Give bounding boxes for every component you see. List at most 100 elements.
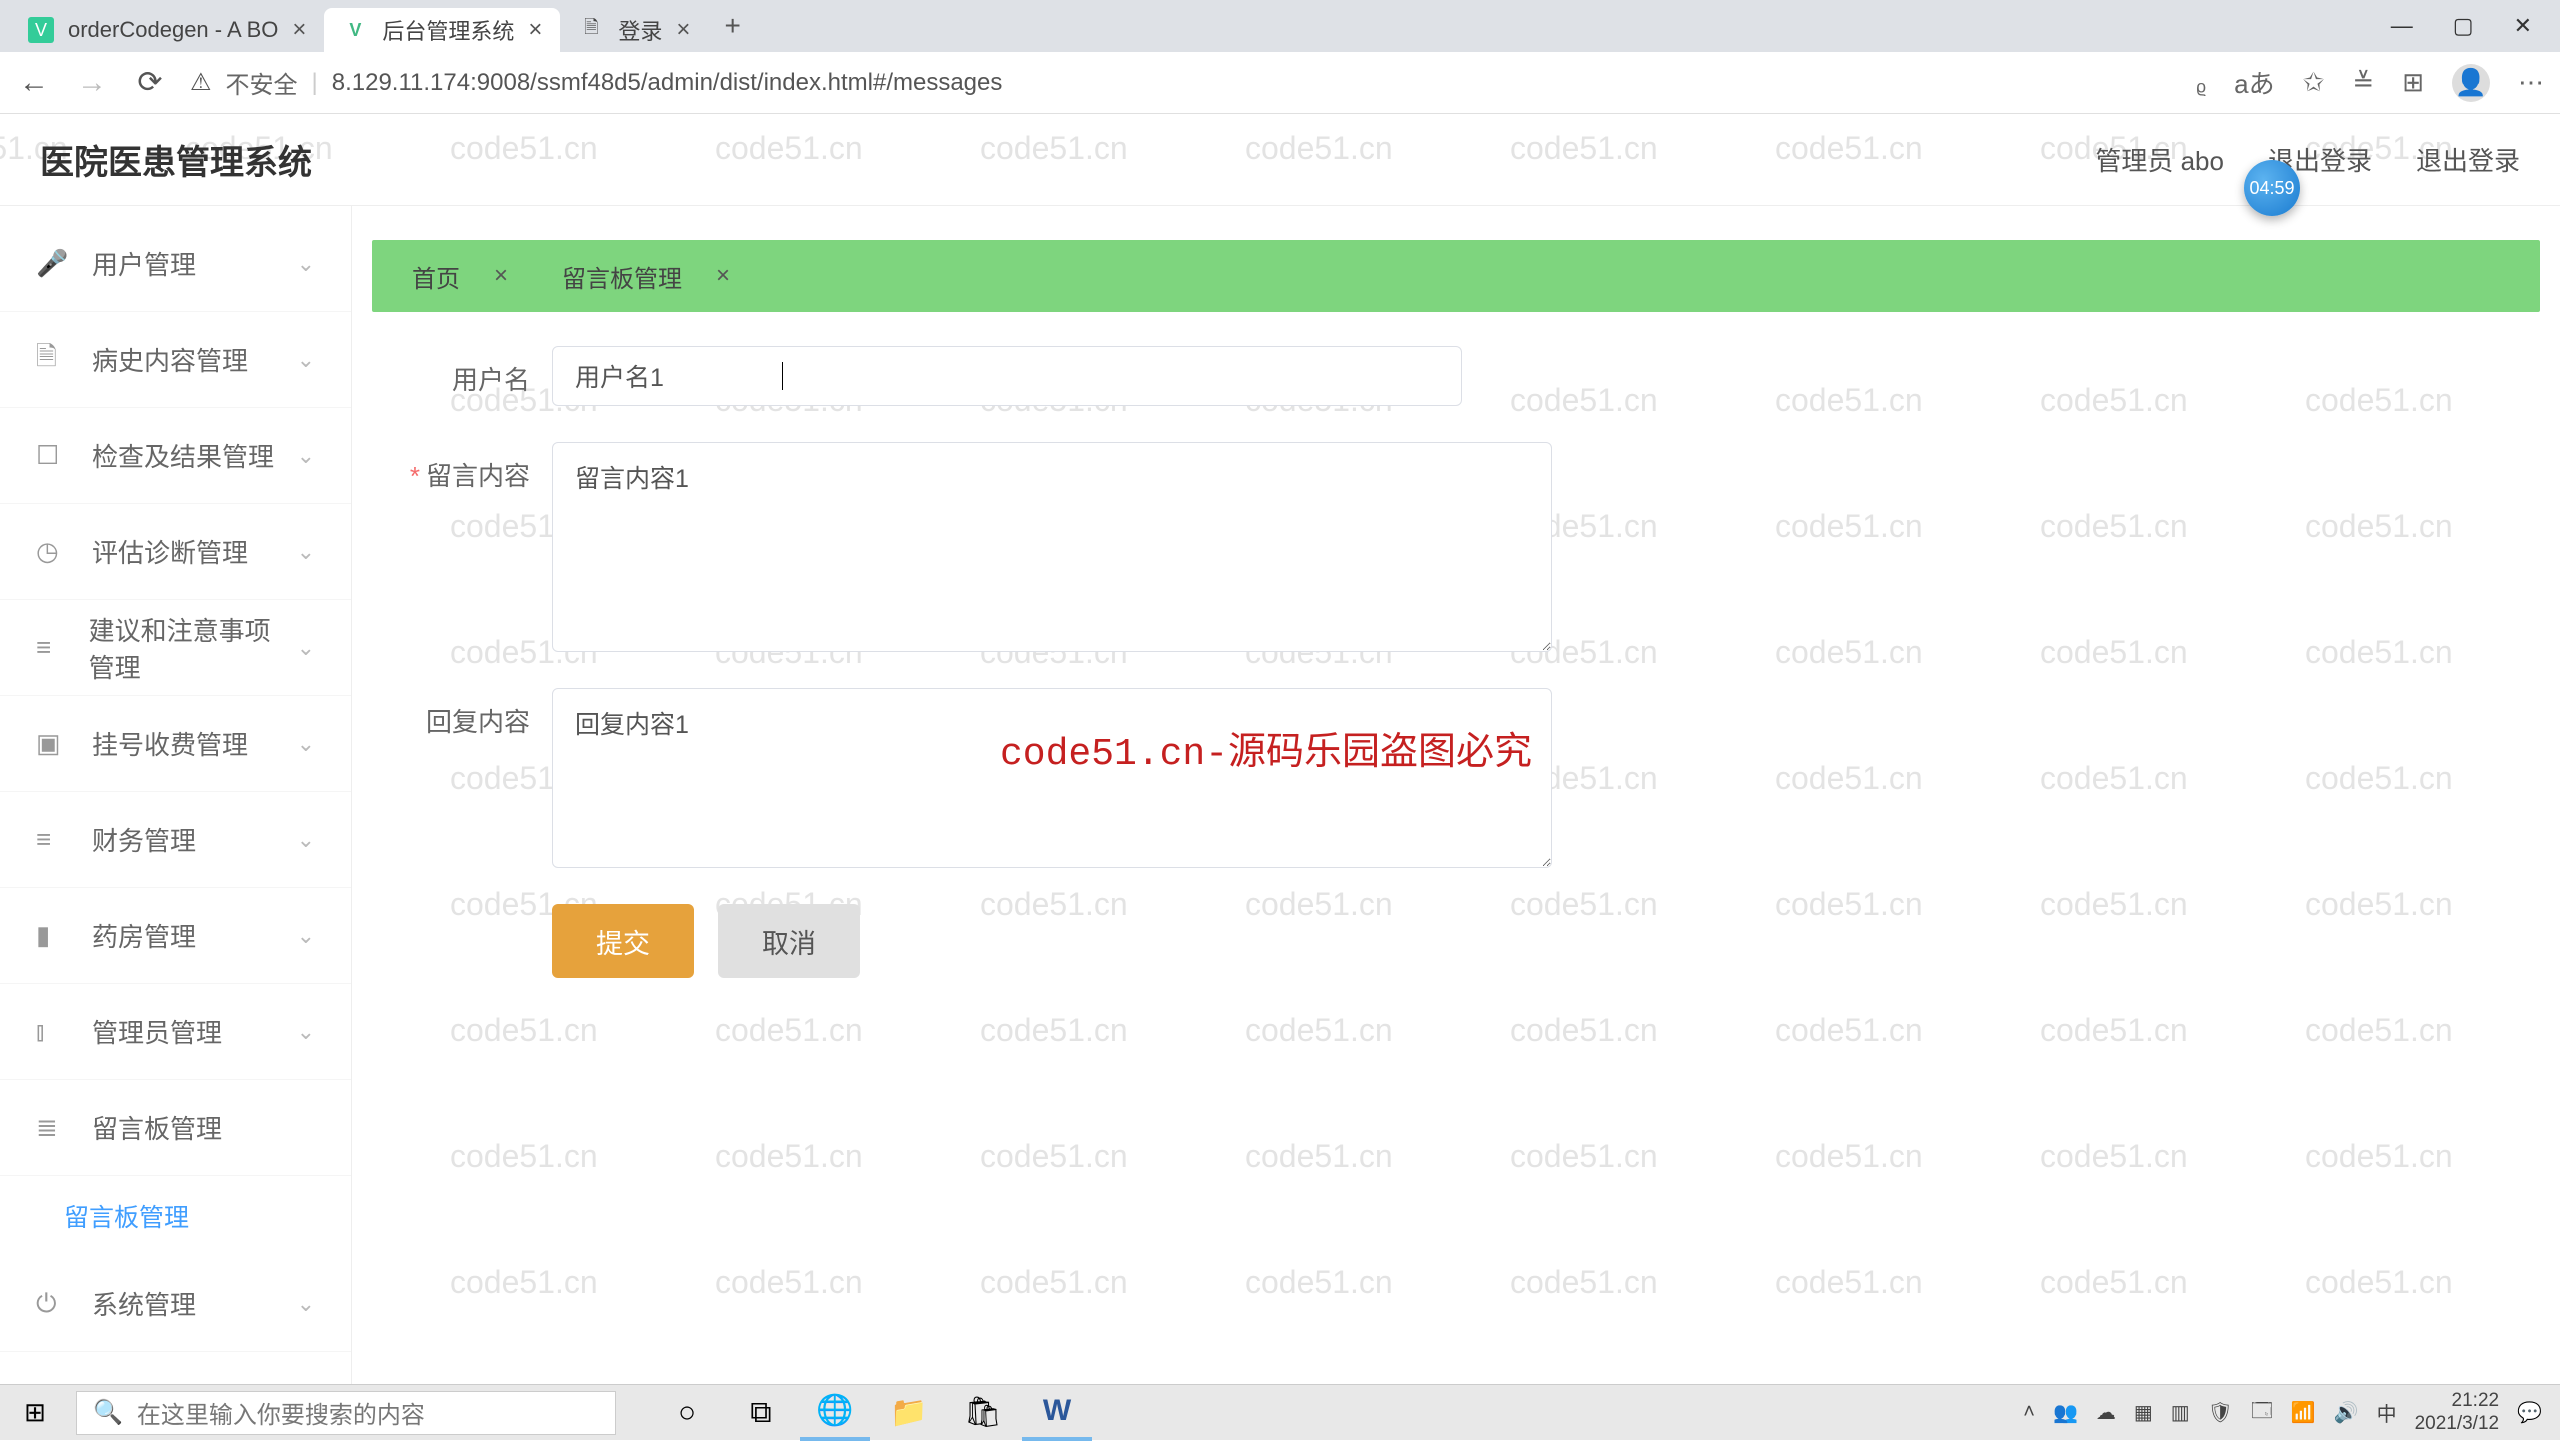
tab-favicon-icon: 🗎: [578, 17, 604, 43]
text-cursor: [782, 362, 783, 390]
close-icon[interactable]: ×: [676, 16, 690, 44]
timer-badge: 04:59: [2244, 160, 2300, 216]
breadcrumb-banner: 首页 × 留言板管理 ×: [372, 240, 2540, 312]
close-icon[interactable]: ×: [528, 16, 542, 44]
back-button[interactable]: ←: [16, 65, 52, 101]
edge-icon[interactable]: 🌐: [800, 1385, 870, 1441]
power-icon: ⏻: [36, 1288, 66, 1320]
tray-chevron-icon[interactable]: ˄: [2023, 1401, 2035, 1424]
task-view-icon[interactable]: ⧉: [726, 1385, 796, 1441]
close-icon[interactable]: ×: [716, 262, 730, 290]
menu-icon[interactable]: ⋯: [2518, 67, 2544, 98]
chevron-down-icon: ⌄: [297, 1291, 315, 1317]
submit-button[interactable]: 提交: [552, 904, 694, 978]
app-title: 医院医患管理系统: [40, 135, 312, 184]
tray-wifi-icon[interactable]: 📶: [2291, 1400, 2316, 1425]
tray-security-icon[interactable]: 🛡: [2208, 1400, 2233, 1425]
taskbar-search[interactable]: 🔍 在这里输入你要搜索的内容: [76, 1391, 616, 1435]
search-icon: 🔍: [93, 1398, 123, 1427]
reply-textarea[interactable]: [552, 688, 1552, 868]
cancel-button[interactable]: 取消: [718, 904, 860, 978]
sidebar-item-label: 财务管理: [92, 821, 196, 858]
address-bar: ← → ⟳ ⚠ 不安全 | 8.129.11.174:9008/ssmf48d5…: [0, 52, 2560, 114]
maximize-icon[interactable]: ▢: [2453, 13, 2474, 39]
sidebar-item-user-mgmt[interactable]: 🎤用户管理⌄: [0, 216, 351, 312]
chevron-down-icon: ⌄: [297, 539, 315, 565]
tab-title: orderCodegen - A BO: [68, 17, 278, 43]
favorite-icon[interactable]: ✩: [2303, 67, 2325, 98]
security-label: 不安全: [226, 65, 298, 100]
browser-tab-bar: V orderCodegen - A BO × V 后台管理系统 × 🗎 登录 …: [0, 0, 2560, 52]
tray-app-icon[interactable]: ▥: [2171, 1400, 2190, 1425]
chevron-down-icon: ⌄: [297, 731, 315, 757]
sidebar-item-finance-mgmt[interactable]: ≡财务管理⌄: [0, 792, 351, 888]
sidebar-item-registration-mgmt[interactable]: ▣挂号收费管理⌄: [0, 696, 351, 792]
url-field[interactable]: ⚠ 不安全 | 8.129.11.174:9008/ssmf48d5/admin…: [190, 65, 2174, 100]
store-icon[interactable]: 🛍: [948, 1385, 1018, 1441]
chevron-down-icon: ⌄: [297, 827, 315, 853]
profile-icon[interactable]: 👤: [2452, 64, 2490, 102]
sidebar-item-exam-mgmt[interactable]: ☐检查及结果管理⌄: [0, 408, 351, 504]
tray-volume-icon[interactable]: 🔊: [2334, 1400, 2359, 1425]
sidebar-item-label: 病史内容管理: [92, 341, 248, 378]
translate-icon[interactable]: aあ: [2234, 64, 2274, 101]
document-icon: 🗎: [36, 338, 66, 382]
sidebar-item-message-mgmt[interactable]: ≣ 留言板管理: [0, 1080, 351, 1176]
clock-icon: ◷: [36, 536, 66, 567]
sidebar-item-label: 挂号收费管理: [92, 725, 248, 762]
minimize-icon[interactable]: —: [2391, 13, 2413, 39]
square-icon: ☐: [36, 440, 66, 471]
sidebar-item-history-mgmt[interactable]: 🗎 病史内容管理 ⌄: [0, 312, 351, 408]
browser-tab[interactable]: V orderCodegen - A BO ×: [10, 8, 324, 52]
extension-icon[interactable]: ᵨ: [2196, 67, 2206, 98]
tray-people-icon[interactable]: 👥: [2053, 1400, 2078, 1425]
sidebar-item-diagnosis-mgmt[interactable]: ◷ 评估诊断管理 ⌄: [0, 504, 351, 600]
logout-link[interactable]: 退出登录: [2416, 141, 2520, 178]
tray-onedrive-icon[interactable]: ☁: [2096, 1400, 2116, 1425]
sidebar-item-label: 留言板管理: [92, 1109, 222, 1146]
sidebar-item-pharmacy-mgmt[interactable]: ▮药房管理⌄: [0, 888, 351, 984]
sidebar-item-label: 管理员管理: [92, 1013, 222, 1050]
close-icon[interactable]: ×: [292, 16, 306, 44]
tab-title: 后台管理系统: [382, 14, 514, 46]
list-icon: ≡: [36, 632, 63, 663]
chevron-down-icon: ⌄: [297, 347, 315, 373]
tray-app-icon[interactable]: ▦: [2134, 1400, 2153, 1425]
lines-icon: ≣: [36, 1112, 66, 1143]
start-button[interactable]: ⊞: [0, 1385, 70, 1441]
sidebar-item-label: 评估诊断管理: [92, 533, 248, 570]
collections-icon[interactable]: ⊞: [2402, 67, 2424, 98]
tab-favicon-icon: V: [28, 17, 54, 43]
notification-icon[interactable]: 💬: [2517, 1400, 2542, 1425]
tab-title: 登录: [618, 14, 662, 46]
cortana-icon[interactable]: ○: [652, 1385, 722, 1441]
favorites-bar-icon[interactable]: ≚: [2352, 67, 2374, 98]
tray-ime-icon[interactable]: 中: [2377, 1398, 2397, 1427]
word-icon[interactable]: W: [1022, 1385, 1092, 1441]
browser-tab[interactable]: V 后台管理系统 ×: [324, 8, 560, 52]
chevron-down-icon: ⌄: [297, 635, 315, 661]
browser-tab[interactable]: 🗎 登录 ×: [560, 8, 708, 52]
watermark-overlay-text: code51.cn-源码乐园盗图必究: [1000, 720, 1532, 776]
sidebar-item-advice-mgmt[interactable]: ≡ 建议和注意事项管理⌄: [0, 600, 351, 696]
close-icon[interactable]: ×: [494, 262, 508, 290]
new-tab-button[interactable]: +: [708, 10, 756, 42]
refresh-button[interactable]: ⟳: [132, 65, 168, 101]
sidebar-subitem-message-board[interactable]: 留言板管理: [0, 1176, 351, 1256]
tab-favicon-icon: V: [342, 17, 368, 43]
chevron-down-icon: ⌄: [297, 1019, 315, 1045]
windows-taskbar: ⊞ 🔍 在这里输入你要搜索的内容 ○ ⧉ 🌐 📁 🛍 W ˄ 👥 ☁ ▦ ▥ 🛡…: [0, 1384, 2560, 1440]
taskbar-clock[interactable]: 21:22 2021/3/12: [2415, 1390, 2500, 1436]
explorer-icon[interactable]: 📁: [874, 1385, 944, 1441]
username-input[interactable]: [552, 346, 1462, 406]
sidebar-item-admin-mgmt[interactable]: ⫾管理员管理⌄: [0, 984, 351, 1080]
message-label: *留言内容: [392, 442, 552, 493]
tray-battery-icon[interactable]: 🗔: [2251, 1396, 2273, 1430]
bar-icon: ▮: [36, 920, 66, 951]
message-textarea[interactable]: [552, 442, 1552, 652]
breadcrumb-home[interactable]: 首页: [412, 259, 460, 294]
sidebar-item-system-mgmt[interactable]: ⏻系统管理⌄: [0, 1256, 351, 1352]
close-window-icon[interactable]: ✕: [2514, 13, 2532, 39]
chevron-down-icon: ⌄: [297, 443, 315, 469]
sidebar-item-label: 建议和注意事项管理: [89, 611, 297, 685]
